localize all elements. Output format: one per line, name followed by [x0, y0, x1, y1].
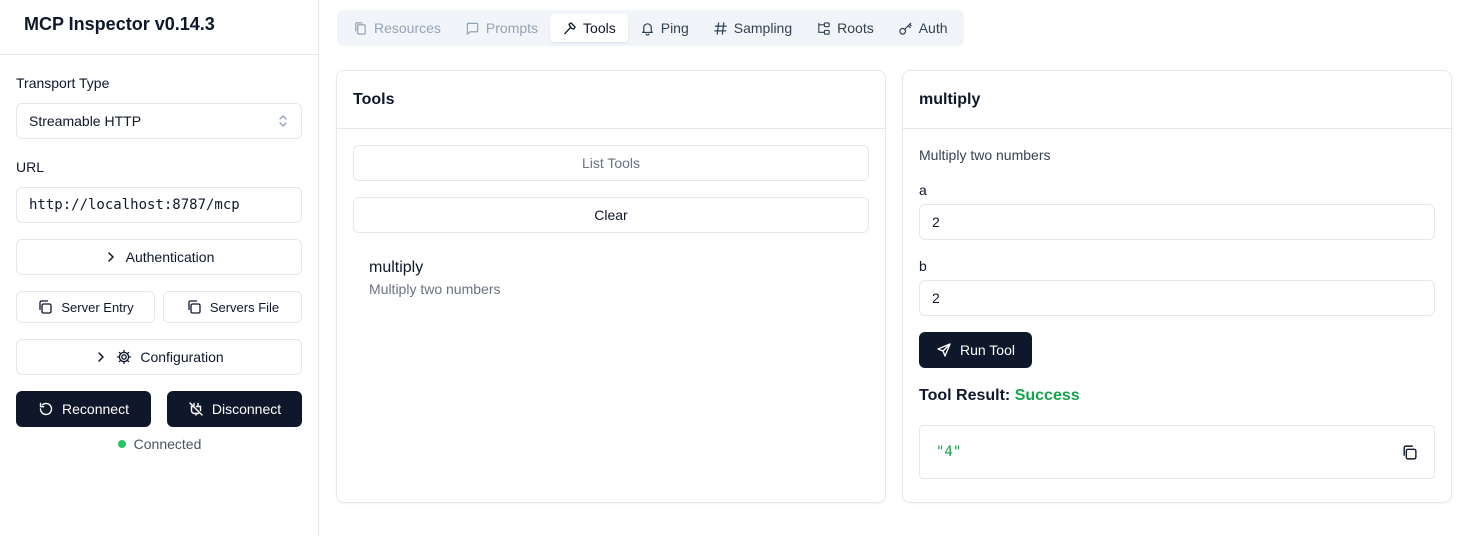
param-b-input[interactable]: 2	[919, 280, 1435, 316]
authentication-button[interactable]: Authentication	[16, 239, 302, 275]
tab-tools[interactable]: Tools	[550, 14, 628, 42]
chevron-right-icon	[94, 350, 108, 364]
param-a-label: a	[919, 182, 927, 198]
tab-roots[interactable]: Roots	[804, 14, 886, 42]
tab-label: Resources	[374, 20, 441, 36]
tool-detail-title: multiply	[903, 71, 1451, 129]
authentication-label: Authentication	[125, 249, 215, 265]
tab-bar: Resources Prompts Tools Ping Sampling Ro…	[337, 10, 964, 46]
rotate-ccw-icon	[38, 401, 54, 417]
tab-ping[interactable]: Ping	[628, 14, 701, 42]
tab-label: Auth	[918, 20, 948, 36]
param-b-label: b	[919, 258, 927, 274]
tab-auth[interactable]: Auth	[886, 14, 960, 42]
disconnect-label: Disconnect	[211, 401, 282, 417]
sidebar: MCP Inspector v0.14.3 Transport Type Str…	[0, 0, 319, 536]
copy-icon	[37, 299, 53, 315]
transport-type-select[interactable]: Streamable HTTP	[16, 103, 302, 139]
disconnect-button[interactable]: Disconnect	[167, 391, 302, 427]
hammer-icon	[562, 21, 577, 36]
server-entry-label: Server Entry	[61, 299, 134, 315]
bell-icon	[640, 21, 655, 36]
hash-icon	[713, 21, 728, 36]
tool-result-heading: Tool Result: Success	[919, 387, 1080, 405]
server-entry-button[interactable]: Server Entry	[16, 291, 155, 323]
message-square-icon	[465, 21, 480, 36]
servers-file-button[interactable]: Servers File	[163, 291, 302, 323]
send-icon	[936, 342, 952, 358]
tab-label: Tools	[583, 20, 616, 36]
tab-resources[interactable]: Resources	[341, 14, 453, 42]
status-text: Connected	[133, 436, 202, 452]
key-icon	[898, 21, 913, 36]
gear-icon	[116, 349, 132, 365]
files-icon	[353, 21, 368, 36]
tool-result-status: Success	[1014, 387, 1080, 404]
clear-button[interactable]: Clear	[353, 197, 869, 233]
run-tool-button[interactable]: Run Tool	[919, 332, 1032, 368]
configuration-button[interactable]: Configuration	[16, 339, 302, 375]
copy-icon	[186, 299, 202, 315]
tool-name: multiply	[369, 259, 424, 276]
list-tools-button[interactable]: List Tools	[353, 145, 869, 181]
connection-status: Connected	[0, 436, 319, 452]
list-item[interactable]: multiply Multiply two numbers	[353, 257, 869, 299]
reconnect-label: Reconnect	[62, 401, 129, 417]
tab-label: Sampling	[733, 20, 793, 36]
unplug-icon	[188, 401, 204, 417]
sidebar-header: MCP Inspector v0.14.3	[0, 0, 318, 55]
tab-label: Roots	[837, 20, 874, 36]
configuration-label: Configuration	[140, 349, 224, 365]
chevron-right-icon	[104, 250, 118, 264]
url-input[interactable]: http://localhost:8787/mcp	[16, 187, 302, 223]
chevrons-up-down-icon	[277, 114, 289, 128]
reconnect-button[interactable]: Reconnect	[16, 391, 151, 427]
tools-panel-title: Tools	[337, 71, 885, 129]
tab-label: Ping	[660, 20, 689, 36]
tool-description: Multiply two numbers	[369, 281, 501, 297]
status-dot	[117, 440, 126, 448]
transport-type-label: Transport Type	[16, 75, 110, 91]
url-label: URL	[16, 159, 45, 175]
tool-result-box: "4"	[919, 425, 1435, 479]
tool-detail-panel: multiply Multiply two numbers a 2 b 2 Ru…	[902, 70, 1452, 503]
tab-label: Prompts	[485, 20, 539, 36]
folder-tree-icon	[816, 21, 831, 36]
tab-prompts[interactable]: Prompts	[453, 14, 550, 42]
app-title: MCP Inspector v0.14.3	[24, 14, 215, 34]
tool-detail-description: Multiply two numbers	[919, 147, 1051, 163]
tab-sampling[interactable]: Sampling	[701, 14, 804, 42]
tool-result-label: Tool Result:	[919, 387, 1011, 404]
copy-icon[interactable]	[1401, 444, 1418, 461]
transport-type-value: Streamable HTTP	[29, 113, 142, 129]
tool-result-value: "4"	[936, 444, 962, 460]
servers-file-label: Servers File	[209, 299, 280, 315]
param-a-input[interactable]: 2	[919, 204, 1435, 240]
run-tool-label: Run Tool	[959, 342, 1015, 358]
tools-panel: Tools List Tools Clear multiply Multiply…	[336, 70, 886, 503]
